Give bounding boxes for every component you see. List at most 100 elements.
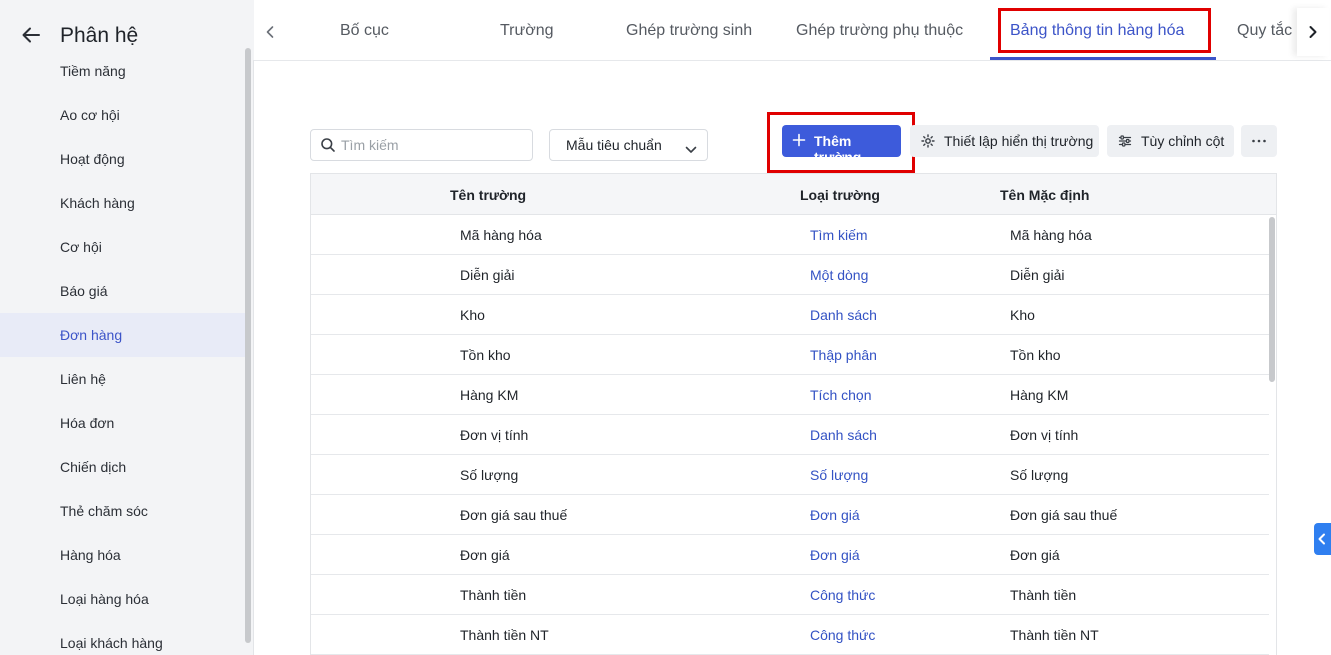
sidebar-scrollbar[interactable] xyxy=(244,40,252,650)
column-header-default-name[interactable]: Tên Mặc định xyxy=(1000,187,1089,203)
cell-default-name: Số lượng xyxy=(1010,467,1069,483)
cell-field-type: Tìm kiếm xyxy=(810,227,868,243)
tab-layout[interactable]: Bố cục xyxy=(340,0,389,61)
fields-table: Tên trường Loại trường Tên Mặc định Mã h… xyxy=(310,173,1277,655)
cell-field-type: Công thức xyxy=(810,587,876,603)
table-header: Tên trường Loại trường Tên Mặc định xyxy=(311,174,1276,215)
table-row[interactable]: Mã hàng hóa Tìm kiếm Mã hàng hóa xyxy=(311,215,1269,255)
table-scrollbar[interactable] xyxy=(1268,215,1276,655)
add-field-button[interactable]: Thêm trường xyxy=(782,125,901,165)
plus-icon xyxy=(792,133,806,150)
cell-field-type: Một dòng xyxy=(810,267,869,283)
tab-product-info-table[interactable]: Bảng thông tin hàng hóa xyxy=(1010,0,1184,61)
cell-field-name: Thành tiền xyxy=(460,587,527,603)
add-field-label: Thêm trường xyxy=(814,133,862,165)
cell-default-name: Đơn giá sau thuế xyxy=(1010,507,1118,523)
tab-prev-chevron-icon[interactable] xyxy=(254,8,286,56)
side-panel-toggle[interactable] xyxy=(1314,523,1331,555)
table-row[interactable]: Diễn giải Một dòng Diễn giải xyxy=(311,255,1269,295)
column-header-field-name[interactable]: Tên trường xyxy=(450,187,526,203)
sidebar-item[interactable]: Khách hàng xyxy=(0,181,246,225)
sidebar-item[interactable]: Hàng hóa xyxy=(0,533,246,577)
sidebar: Phân hệ Tiềm năng Ao cơ hội Hoạt động Kh… xyxy=(0,0,254,655)
cell-default-name: Hàng KM xyxy=(1010,387,1069,403)
cell-field-type: Số lượng xyxy=(810,467,869,483)
template-select[interactable]: Mẫu tiêu chuẩn xyxy=(549,129,708,161)
table-row[interactable]: Tồn kho Thập phân Tồn kho xyxy=(311,335,1269,375)
sidebar-title: Phân hệ xyxy=(60,24,139,47)
cell-field-name: Hàng KM xyxy=(460,387,519,403)
cell-field-name: Mã hàng hóa xyxy=(460,227,542,243)
cell-field-name: Đơn vị tính xyxy=(460,427,529,443)
table-row[interactable]: Thành tiền NT Công thức Thành tiền NT xyxy=(311,615,1269,655)
tab-rules[interactable]: Quy tắc xyxy=(1237,0,1292,61)
cell-field-type: Danh sách xyxy=(810,427,877,443)
tab-bar: Bố cục Trường Ghép trường sinh Ghép trườ… xyxy=(254,0,1331,61)
cell-field-name: Tồn kho xyxy=(460,347,511,363)
search-icon xyxy=(320,137,336,158)
more-options-button[interactable] xyxy=(1241,125,1277,157)
cell-default-name: Thành tiền xyxy=(1010,587,1077,603)
table-row[interactable]: Kho Danh sách Kho xyxy=(311,295,1269,335)
sidebar-list: Tiềm năng Ao cơ hội Hoạt động Khách hàng… xyxy=(0,49,246,655)
cell-default-name: Mã hàng hóa xyxy=(1010,227,1092,243)
table-row[interactable]: Đơn giá Đơn giá Đơn giá xyxy=(311,535,1269,575)
table-row[interactable]: Thành tiền Công thức Thành tiền xyxy=(311,575,1269,615)
cell-field-type: Đơn giá xyxy=(810,507,860,523)
cell-field-name: Thành tiền NT xyxy=(460,627,549,643)
cell-field-type: Thập phân xyxy=(810,347,877,363)
gear-icon xyxy=(921,134,935,151)
active-tab-underline xyxy=(990,57,1216,60)
sliders-icon xyxy=(1118,134,1132,151)
cell-default-name: Diễn giải xyxy=(1010,267,1065,283)
cell-default-name: Đơn vị tính xyxy=(1010,427,1079,443)
search-input[interactable] xyxy=(341,135,526,155)
cell-field-type: Tích chọn xyxy=(810,387,872,403)
chevron-down-icon xyxy=(685,141,697,159)
back-arrow-icon[interactable] xyxy=(20,24,42,46)
customize-columns-button[interactable]: Tùy chỉnh cột xyxy=(1107,125,1234,157)
tab-next-chevron-icon[interactable] xyxy=(1297,8,1329,56)
table-row[interactable]: Đơn vị tính Danh sách Đơn vị tính xyxy=(311,415,1269,455)
chevron-left-icon xyxy=(1318,533,1325,545)
sidebar-item[interactable]: Ao cơ hội xyxy=(0,93,246,137)
cell-field-name: Số lượng xyxy=(460,467,519,483)
template-select-value: Mẫu tiêu chuẩn xyxy=(566,137,662,153)
sidebar-item[interactable]: Báo giá xyxy=(0,269,246,313)
cell-field-type: Đơn giá xyxy=(810,547,860,563)
display-settings-label: Thiết lập hiển thị trường xyxy=(944,133,1094,149)
sidebar-item[interactable]: Hóa đơn xyxy=(0,401,246,445)
cell-field-name: Kho xyxy=(460,307,485,323)
cell-default-name: Kho xyxy=(1010,307,1035,323)
cell-field-type: Danh sách xyxy=(810,307,877,323)
tab-fields[interactable]: Trường xyxy=(500,0,554,61)
sidebar-item[interactable]: Hoạt động xyxy=(0,137,246,181)
sidebar-item[interactable]: Thẻ chăm sóc xyxy=(0,489,246,533)
sidebar-item[interactable]: Tiềm năng xyxy=(0,49,246,93)
column-header-field-type[interactable]: Loại trường xyxy=(800,187,880,203)
sidebar-item[interactable]: Cơ hội xyxy=(0,225,246,269)
customize-columns-label: Tùy chỉnh cột xyxy=(1141,133,1225,149)
cell-field-name: Đơn giá sau thuế xyxy=(460,507,568,523)
cell-default-name: Thành tiền NT xyxy=(1010,627,1099,643)
sidebar-item[interactable]: Loại hàng hóa xyxy=(0,577,246,621)
search-field[interactable] xyxy=(310,129,533,161)
cell-default-name: Đơn giá xyxy=(1010,547,1060,563)
tab-dependent-fields[interactable]: Ghép trường phụ thuộc xyxy=(796,0,963,61)
table-row[interactable]: Đơn giá sau thuế Đơn giá Đơn giá sau thu… xyxy=(311,495,1269,535)
table-row[interactable]: Hàng KM Tích chọn Hàng KM xyxy=(311,375,1269,415)
sidebar-item[interactable]: Loại khách hàng xyxy=(0,621,246,655)
sidebar-scrollbar-thumb[interactable] xyxy=(245,48,251,643)
display-settings-button[interactable]: Thiết lập hiển thị trường xyxy=(910,125,1099,157)
cell-field-name: Đơn giá xyxy=(460,547,510,563)
sidebar-item[interactable]: Chiến dịch xyxy=(0,445,246,489)
cell-default-name: Tồn kho xyxy=(1010,347,1061,363)
table-scrollbar-thumb[interactable] xyxy=(1269,217,1275,382)
table-row[interactable]: Số lượng Số lượng Số lượng xyxy=(311,455,1269,495)
tab-generated-fields[interactable]: Ghép trường sinh xyxy=(626,0,752,61)
sidebar-item-active[interactable]: Đơn hàng xyxy=(0,313,246,357)
ellipsis-icon xyxy=(1252,139,1266,143)
cell-field-name: Diễn giải xyxy=(460,267,515,283)
sidebar-item[interactable]: Liên hệ xyxy=(0,357,246,401)
cell-field-type: Công thức xyxy=(810,627,876,643)
